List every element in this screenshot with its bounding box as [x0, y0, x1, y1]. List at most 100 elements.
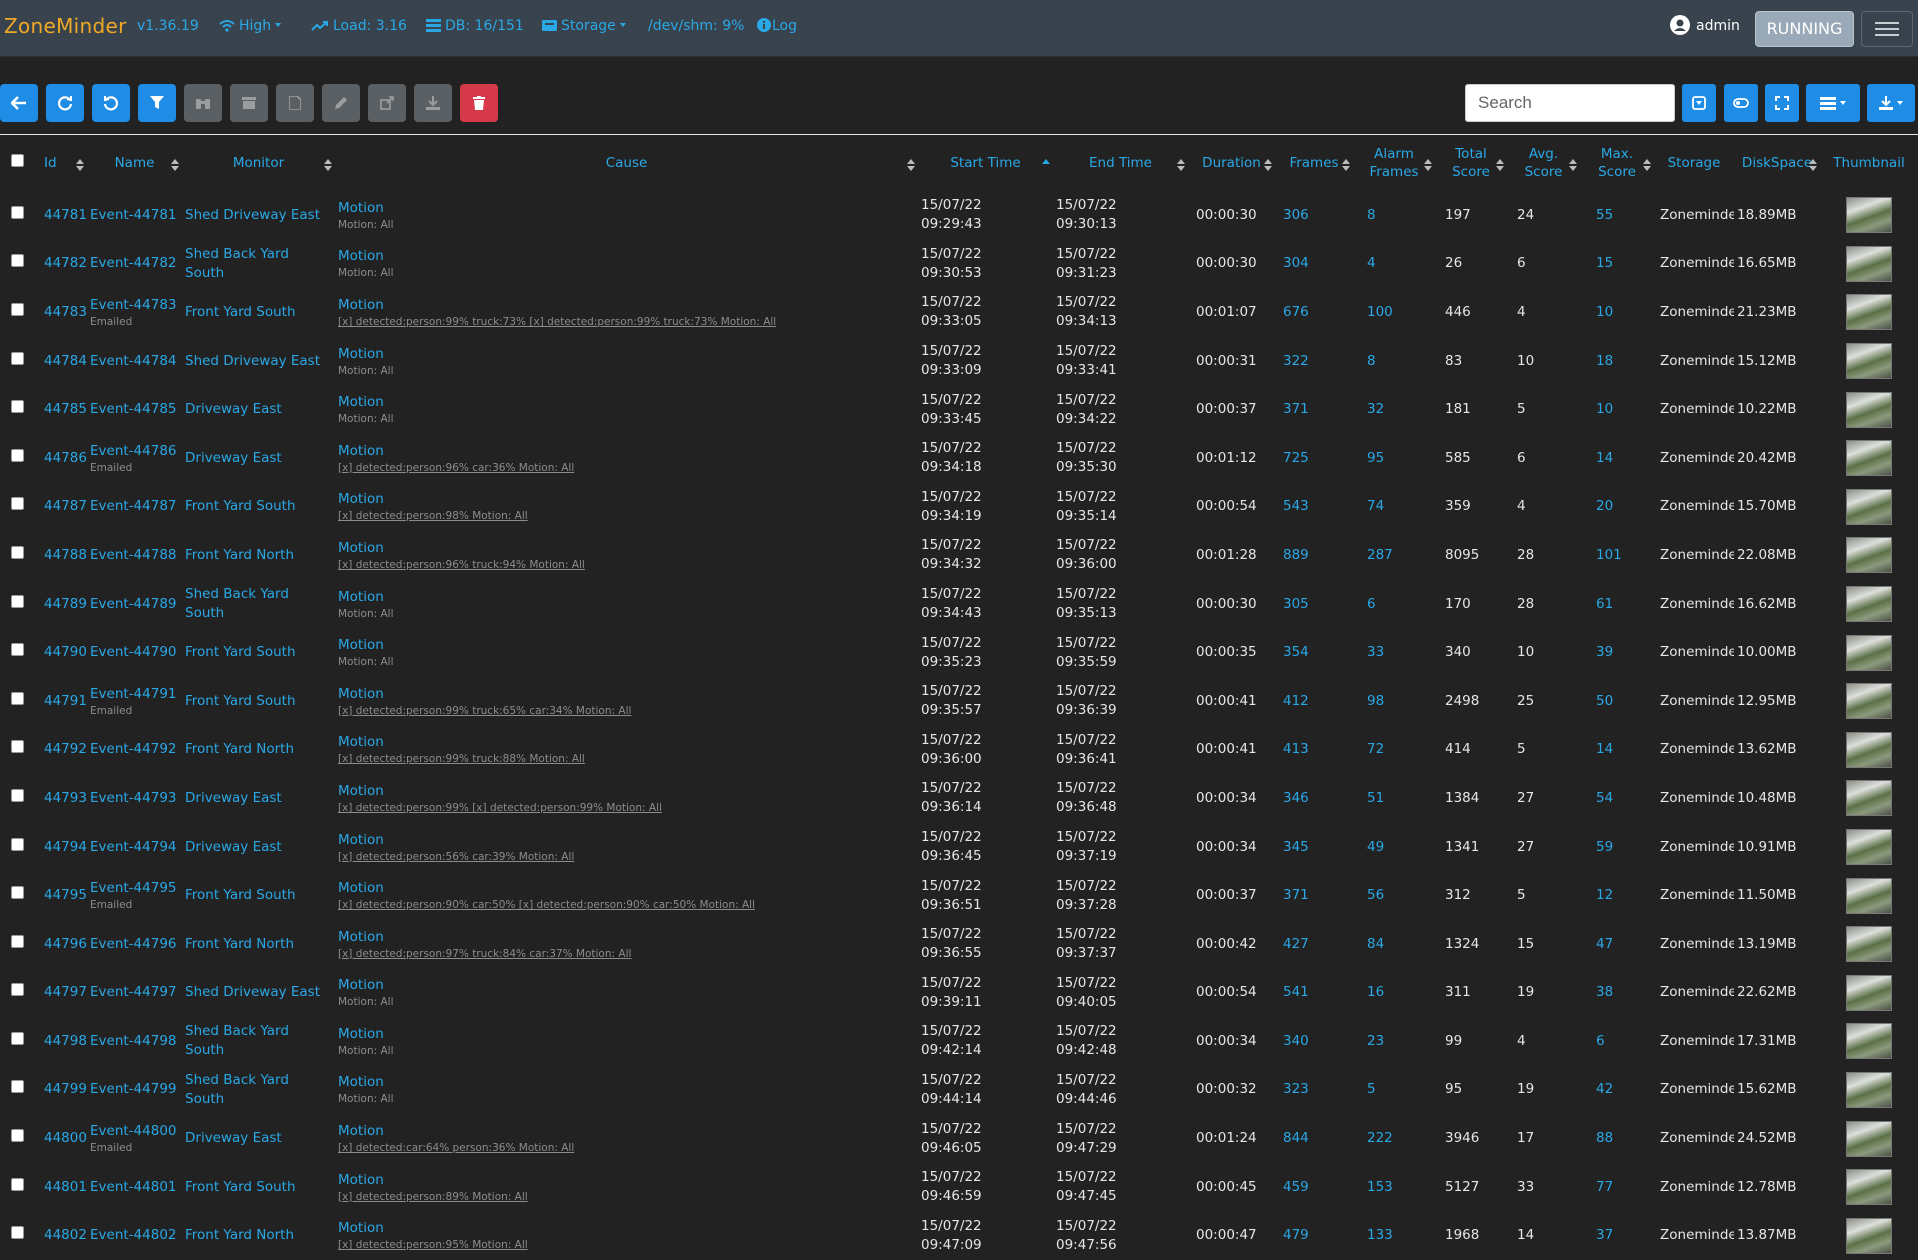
export-dropdown-button[interactable]	[1867, 84, 1915, 122]
storage-dropdown[interactable]: Storage	[542, 18, 626, 34]
table-row[interactable]: 44787 Event-44787 Front Yard South Motion [x…	[0, 483, 1918, 532]
event-name-link[interactable]: Event-44781	[90, 207, 177, 223]
event-id-link[interactable]: 44787	[44, 498, 87, 514]
column-alarm-frames[interactable]: Alarm Frames	[1353, 135, 1435, 191]
row-select-cell[interactable]	[0, 531, 34, 580]
columns-dropdown-button[interactable]	[1806, 84, 1860, 122]
select-all-header[interactable]	[0, 135, 34, 191]
table-row[interactable]: 44789 Event-44789 Shed Back Yard South Moti…	[0, 580, 1918, 629]
event-name-link[interactable]: Event-44799	[90, 1081, 177, 1097]
event-id-link[interactable]: 44801	[44, 1179, 87, 1195]
frames-link[interactable]: 844	[1283, 1130, 1309, 1146]
max-score-link[interactable]: 61	[1596, 596, 1613, 612]
row-select-cell[interactable]	[0, 191, 34, 240]
frames-link[interactable]: 725	[1283, 450, 1309, 466]
row-checkbox[interactable]	[10, 740, 24, 754]
monitor-link[interactable]: Front Yard South	[185, 498, 296, 514]
table-row[interactable]: 44795 Event-44795 Emailed Front Yard South M…	[0, 871, 1918, 920]
alarm-frames-link[interactable]: 98	[1367, 693, 1384, 709]
event-notes[interactable]: [x] detected:person:97% truck:84% car:37…	[338, 947, 915, 961]
event-name-link[interactable]: Event-44797	[90, 984, 177, 1000]
event-name-link[interactable]: Event-44789	[90, 596, 177, 612]
event-id-link[interactable]: 44798	[44, 1033, 87, 1049]
back-button[interactable]	[0, 84, 38, 122]
event-thumbnail[interactable]	[1846, 1120, 1892, 1157]
column-total-score[interactable]: Total Score	[1435, 135, 1507, 191]
frames-link[interactable]: 354	[1283, 644, 1309, 660]
column-cause[interactable]: Cause	[335, 135, 918, 191]
hamburger-menu-button[interactable]	[1861, 11, 1913, 47]
table-row[interactable]: 44791 Event-44791 Emailed Front Yard South M…	[0, 677, 1918, 726]
monitor-link[interactable]: Front Yard South	[185, 644, 296, 660]
monitor-link[interactable]: Shed Driveway East	[185, 207, 320, 223]
reset-button[interactable]	[92, 84, 130, 122]
alarm-frames-link[interactable]: 33	[1367, 644, 1384, 660]
alarm-frames-link[interactable]: 32	[1367, 401, 1384, 417]
event-id-link[interactable]: 44794	[44, 839, 87, 855]
event-name-link[interactable]: Event-44790	[90, 644, 177, 660]
event-thumbnail[interactable]	[1846, 877, 1892, 914]
row-checkbox[interactable]	[10, 1080, 24, 1094]
row-checkbox[interactable]	[10, 545, 24, 559]
event-id-link[interactable]: 44795	[44, 887, 87, 903]
event-name-link[interactable]: Event-44785	[90, 401, 177, 417]
alarm-frames-link[interactable]: 5	[1367, 1081, 1376, 1097]
event-name-link[interactable]: Event-44784	[90, 353, 177, 369]
toggle-view-button[interactable]	[1724, 84, 1758, 122]
archive-button[interactable]	[230, 84, 268, 122]
column-name[interactable]: Name	[87, 135, 182, 191]
event-thumbnail[interactable]	[1846, 780, 1892, 817]
row-select-cell[interactable]	[0, 483, 34, 532]
cause-link[interactable]: Motion	[338, 443, 384, 459]
column-diskspace[interactable]: DiskSpace	[1734, 135, 1820, 191]
table-row[interactable]: 44799 Event-44799 Shed Back Yard South Moti…	[0, 1066, 1918, 1115]
event-thumbnail[interactable]	[1846, 197, 1892, 234]
alarm-frames-link[interactable]: 8	[1367, 353, 1376, 369]
row-select-cell[interactable]	[0, 240, 34, 289]
frames-link[interactable]: 340	[1283, 1033, 1309, 1049]
row-checkbox[interactable]	[10, 886, 24, 900]
event-notes[interactable]: [x] detected:person:90% car:50% [x] dete…	[338, 898, 915, 912]
max-score-link[interactable]: 37	[1596, 1227, 1613, 1243]
event-thumbnail[interactable]	[1846, 829, 1892, 866]
event-thumbnail[interactable]	[1846, 537, 1892, 574]
max-score-link[interactable]: 55	[1596, 207, 1613, 223]
monitor-link[interactable]: Shed Driveway East	[185, 984, 320, 1000]
event-id-link[interactable]: 44790	[44, 644, 87, 660]
event-notes[interactable]: [x] detected:person:96% car:36% Motion: …	[338, 461, 915, 475]
table-row[interactable]: 44785 Event-44785 Driveway East Motion Motio…	[0, 385, 1918, 434]
row-select-cell[interactable]	[0, 823, 34, 872]
alarm-frames-link[interactable]: 222	[1367, 1130, 1393, 1146]
monitor-link[interactable]: Shed Driveway East	[185, 353, 320, 369]
event-thumbnail[interactable]	[1846, 586, 1892, 623]
row-select-cell[interactable]	[0, 920, 34, 969]
row-select-cell[interactable]	[0, 774, 34, 823]
event-name-link[interactable]: Event-44791	[90, 686, 177, 702]
monitor-link[interactable]: Front Yard North	[185, 1227, 294, 1243]
frames-link[interactable]: 413	[1283, 741, 1309, 757]
row-select-cell[interactable]	[0, 1211, 34, 1260]
alarm-frames-link[interactable]: 4	[1367, 255, 1376, 271]
max-score-link[interactable]: 42	[1596, 1081, 1613, 1097]
cause-link[interactable]: Motion	[338, 977, 384, 993]
monitor-link[interactable]: Driveway East	[185, 450, 282, 466]
row-select-cell[interactable]	[0, 337, 34, 386]
frames-link[interactable]: 305	[1283, 596, 1309, 612]
row-checkbox[interactable]	[10, 1129, 24, 1143]
row-checkbox[interactable]	[10, 302, 24, 316]
max-score-link[interactable]: 38	[1596, 984, 1613, 1000]
event-thumbnail[interactable]	[1846, 245, 1892, 282]
column-duration[interactable]: Duration	[1188, 135, 1275, 191]
event-notes[interactable]: [x] detected:person:95% Motion: All	[338, 1238, 915, 1252]
table-row[interactable]: 44784 Event-44784 Shed Driveway East Motion…	[0, 337, 1918, 386]
event-name-link[interactable]: Event-44800	[90, 1123, 177, 1139]
event-name-link[interactable]: Event-44793	[90, 790, 177, 806]
alarm-frames-link[interactable]: 74	[1367, 498, 1384, 514]
event-notes[interactable]: [x] detected:person:99% truck:88% Motion…	[338, 752, 915, 766]
event-id-link[interactable]: 44791	[44, 693, 87, 709]
cause-link[interactable]: Motion	[338, 1123, 384, 1139]
row-checkbox[interactable]	[10, 837, 24, 851]
cause-link[interactable]: Motion	[338, 1220, 384, 1236]
cause-link[interactable]: Motion	[338, 394, 384, 410]
monitor-link[interactable]: Driveway East	[185, 790, 282, 806]
